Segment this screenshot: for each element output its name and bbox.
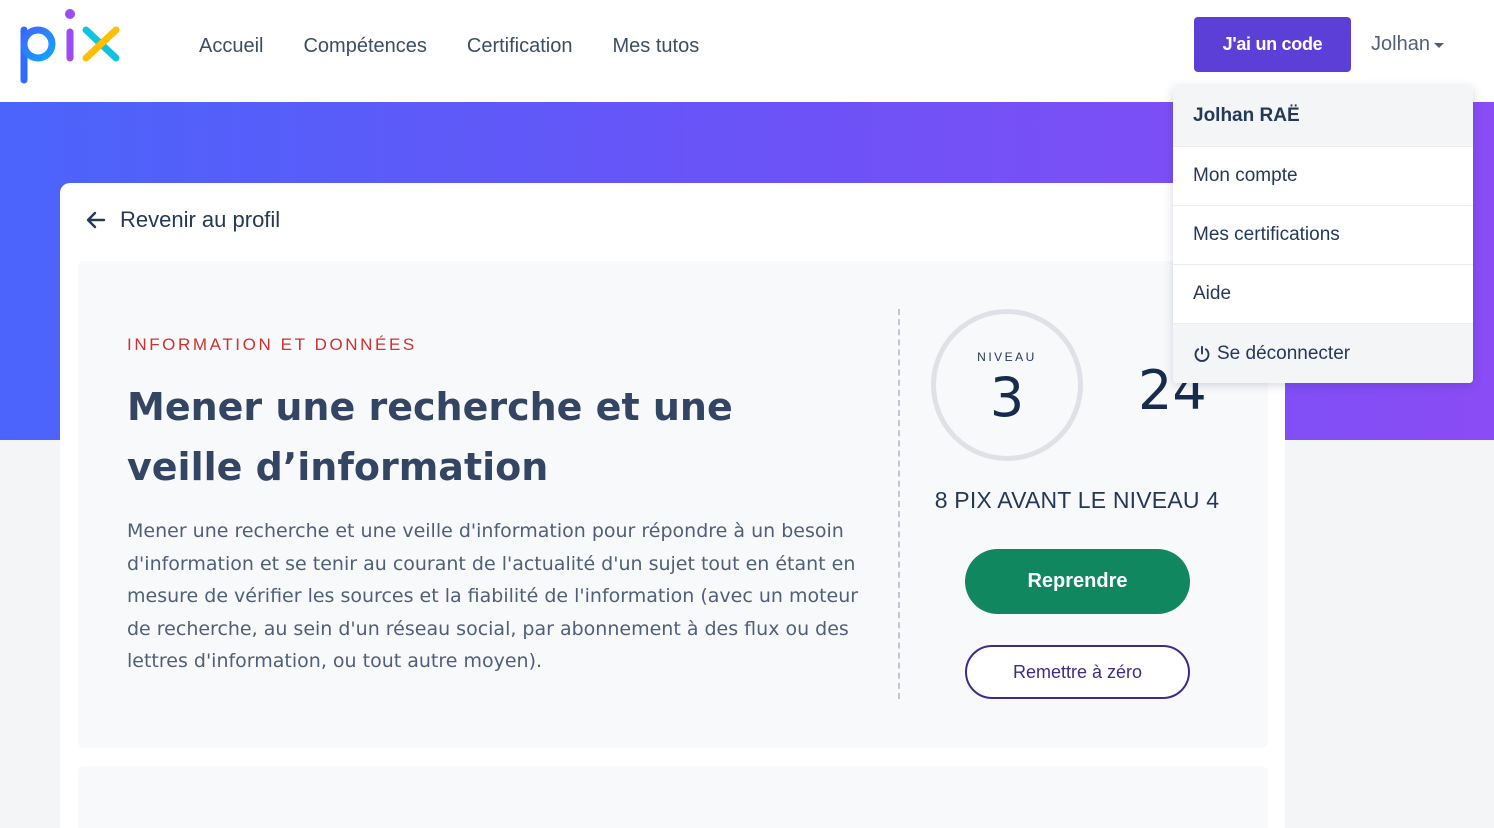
competence-card: Revenir au profil INFORMATION ET DONNÉES… — [60, 183, 1285, 828]
back-link-label: Revenir au profil — [120, 207, 281, 232]
reset-button[interactable]: Remettre à zéro — [965, 645, 1190, 699]
back-to-profile-link[interactable]: Revenir au profil — [86, 207, 280, 233]
resume-button[interactable]: Reprendre — [965, 549, 1190, 614]
menu-item-mes-certifications[interactable]: Mes certifications — [1173, 206, 1473, 265]
caret-down-icon — [1433, 43, 1444, 48]
menu-item-logout[interactable]: Se déconnecter — [1173, 324, 1473, 383]
code-button[interactable]: J'ai un code — [1194, 17, 1351, 72]
competence-title: Mener une recherche et une veille d’info… — [127, 385, 733, 489]
menu-item-mon-compte[interactable]: Mon compte — [1173, 147, 1473, 206]
nav-certification[interactable]: Certification — [467, 34, 573, 58]
power-icon — [1194, 345, 1210, 362]
nav-mes-tutos[interactable]: Mes tutos — [613, 34, 700, 58]
next-level-text: 8 PIX AVANT LE NIVEAU 4 — [934, 487, 1220, 513]
user-menu-toggle[interactable]: Jolhan — [1371, 33, 1444, 56]
main-nav: Accueil Compétences Certification Mes tu… — [199, 34, 739, 58]
vertical-divider — [898, 309, 900, 699]
level-ring: NIVEAU 3 — [931, 309, 1083, 461]
dropdown-user-fullname: Jolhan RAË — [1173, 86, 1473, 147]
secondary-panel — [78, 766, 1268, 828]
level-label: NIVEAU — [977, 350, 1037, 364]
nav-accueil[interactable]: Accueil — [199, 34, 263, 58]
competence-description: Mener une recherche et une veille d'info… — [127, 520, 859, 673]
user-name: Jolhan — [1371, 33, 1430, 55]
logout-label: Se déconnecter — [1217, 342, 1351, 364]
competence-category: INFORMATION ET DONNÉES — [127, 335, 417, 354]
user-dropdown-menu: Jolhan RAË Mon compte Mes certifications… — [1173, 86, 1473, 383]
competence-details-panel: INFORMATION ET DONNÉES Mener une recherc… — [78, 261, 1268, 748]
level-value: 3 — [989, 366, 1025, 429]
arrow-left-icon — [86, 211, 106, 229]
pix-logo[interactable] — [18, 6, 122, 84]
menu-item-aide[interactable]: Aide — [1173, 265, 1473, 324]
nav-competences[interactable]: Compétences — [303, 34, 426, 58]
